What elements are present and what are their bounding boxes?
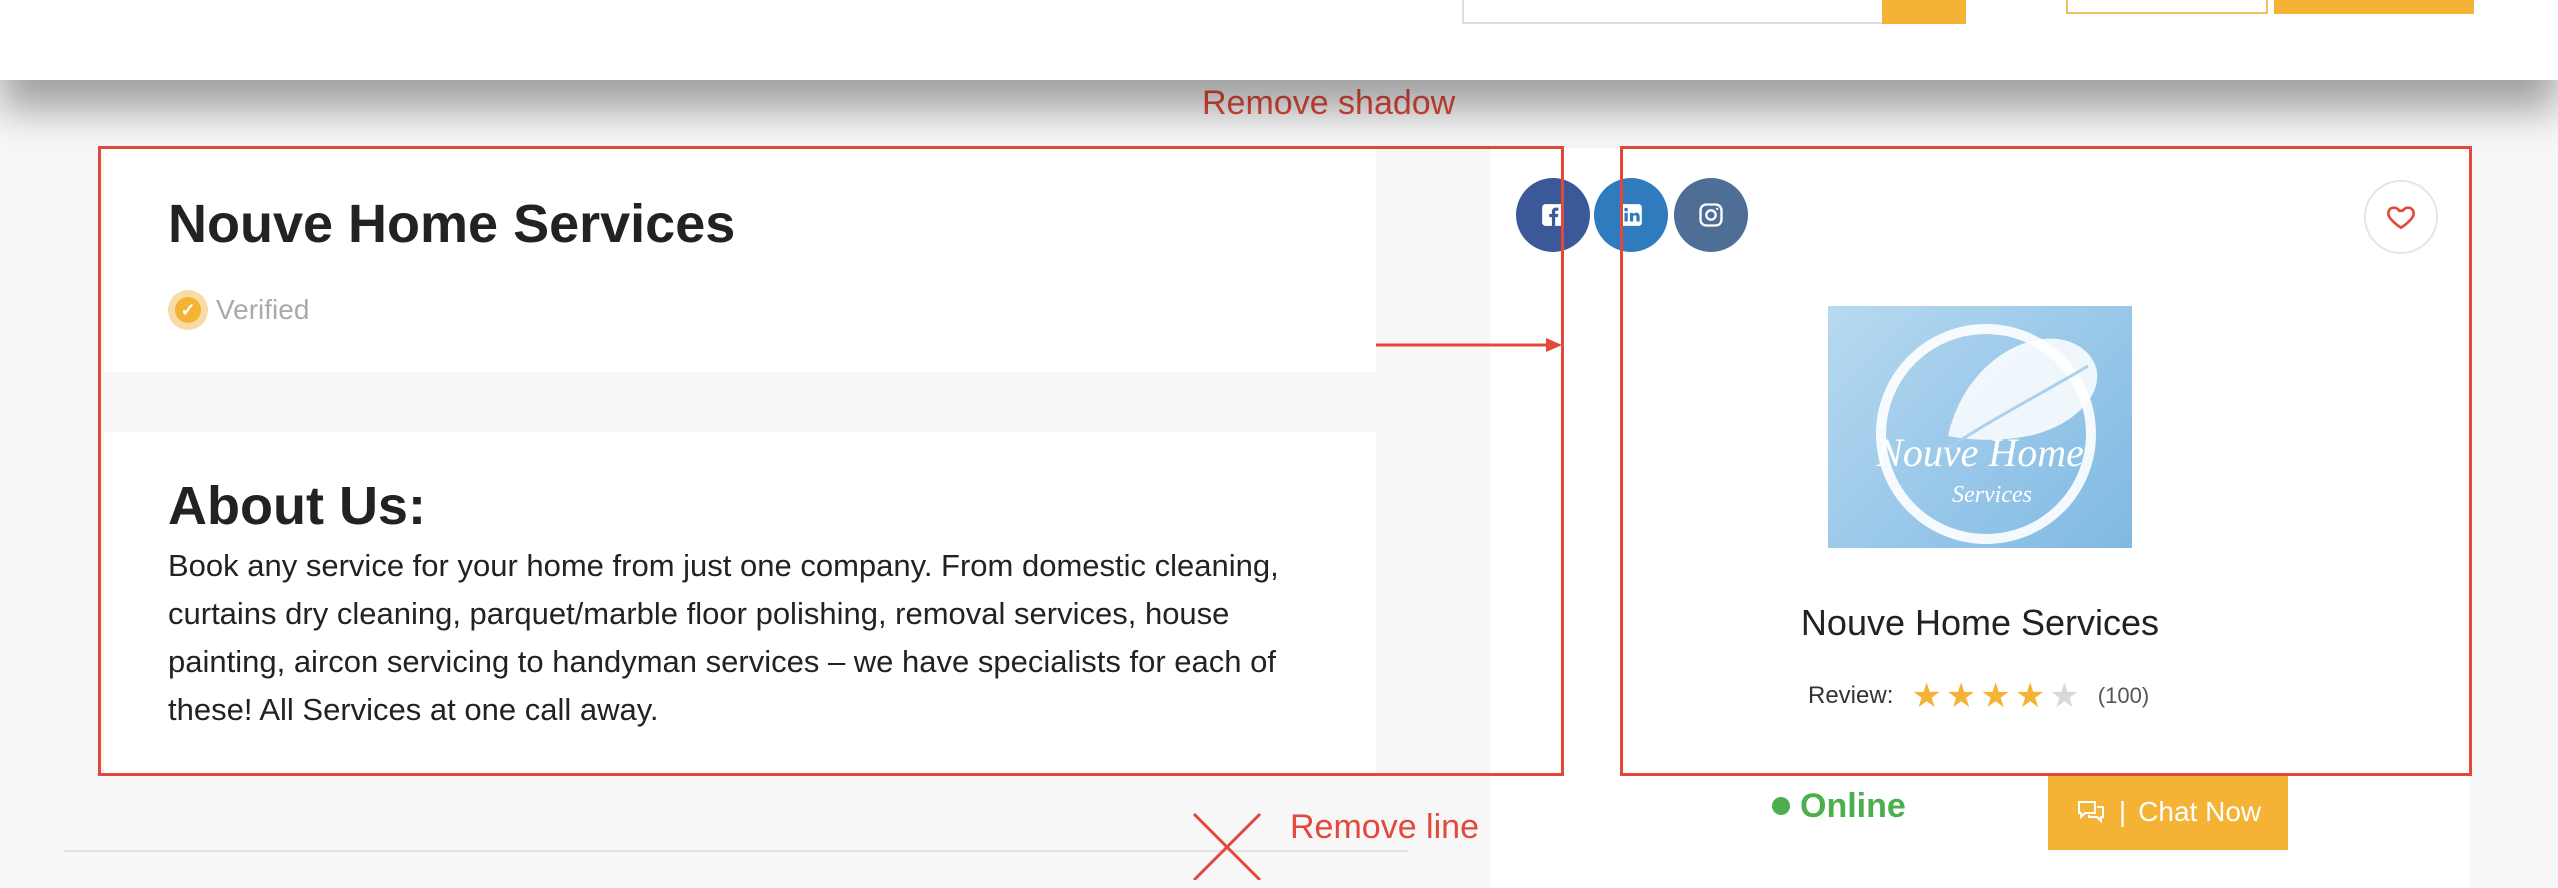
annotation-box-right [1620, 146, 2472, 776]
annotation-remove-line: Remove line [1290, 808, 1479, 846]
online-status: Online [1772, 786, 1906, 826]
search-button[interactable] [1882, 0, 1966, 24]
status-dot-icon [1772, 797, 1790, 815]
chat-icon [2077, 801, 2104, 824]
annotation-arrow [1376, 338, 1562, 352]
divider-bar: | [2118, 796, 2127, 827]
annotation-cross [1192, 812, 1262, 880]
header-primary-button[interactable] [2274, 0, 2474, 14]
annotation-remove-shadow: Remove shadow [1202, 84, 1456, 122]
status-label: Online [1800, 786, 1906, 825]
chat-now-button[interactable]: | Chat Now [2048, 774, 2288, 850]
annotation-box-left [98, 146, 1564, 776]
header-bar [0, 0, 2558, 80]
search-input[interactable] [1462, 0, 1886, 24]
chat-now-label: Chat Now [2138, 796, 2262, 827]
header-outline-button[interactable] [2066, 0, 2268, 14]
